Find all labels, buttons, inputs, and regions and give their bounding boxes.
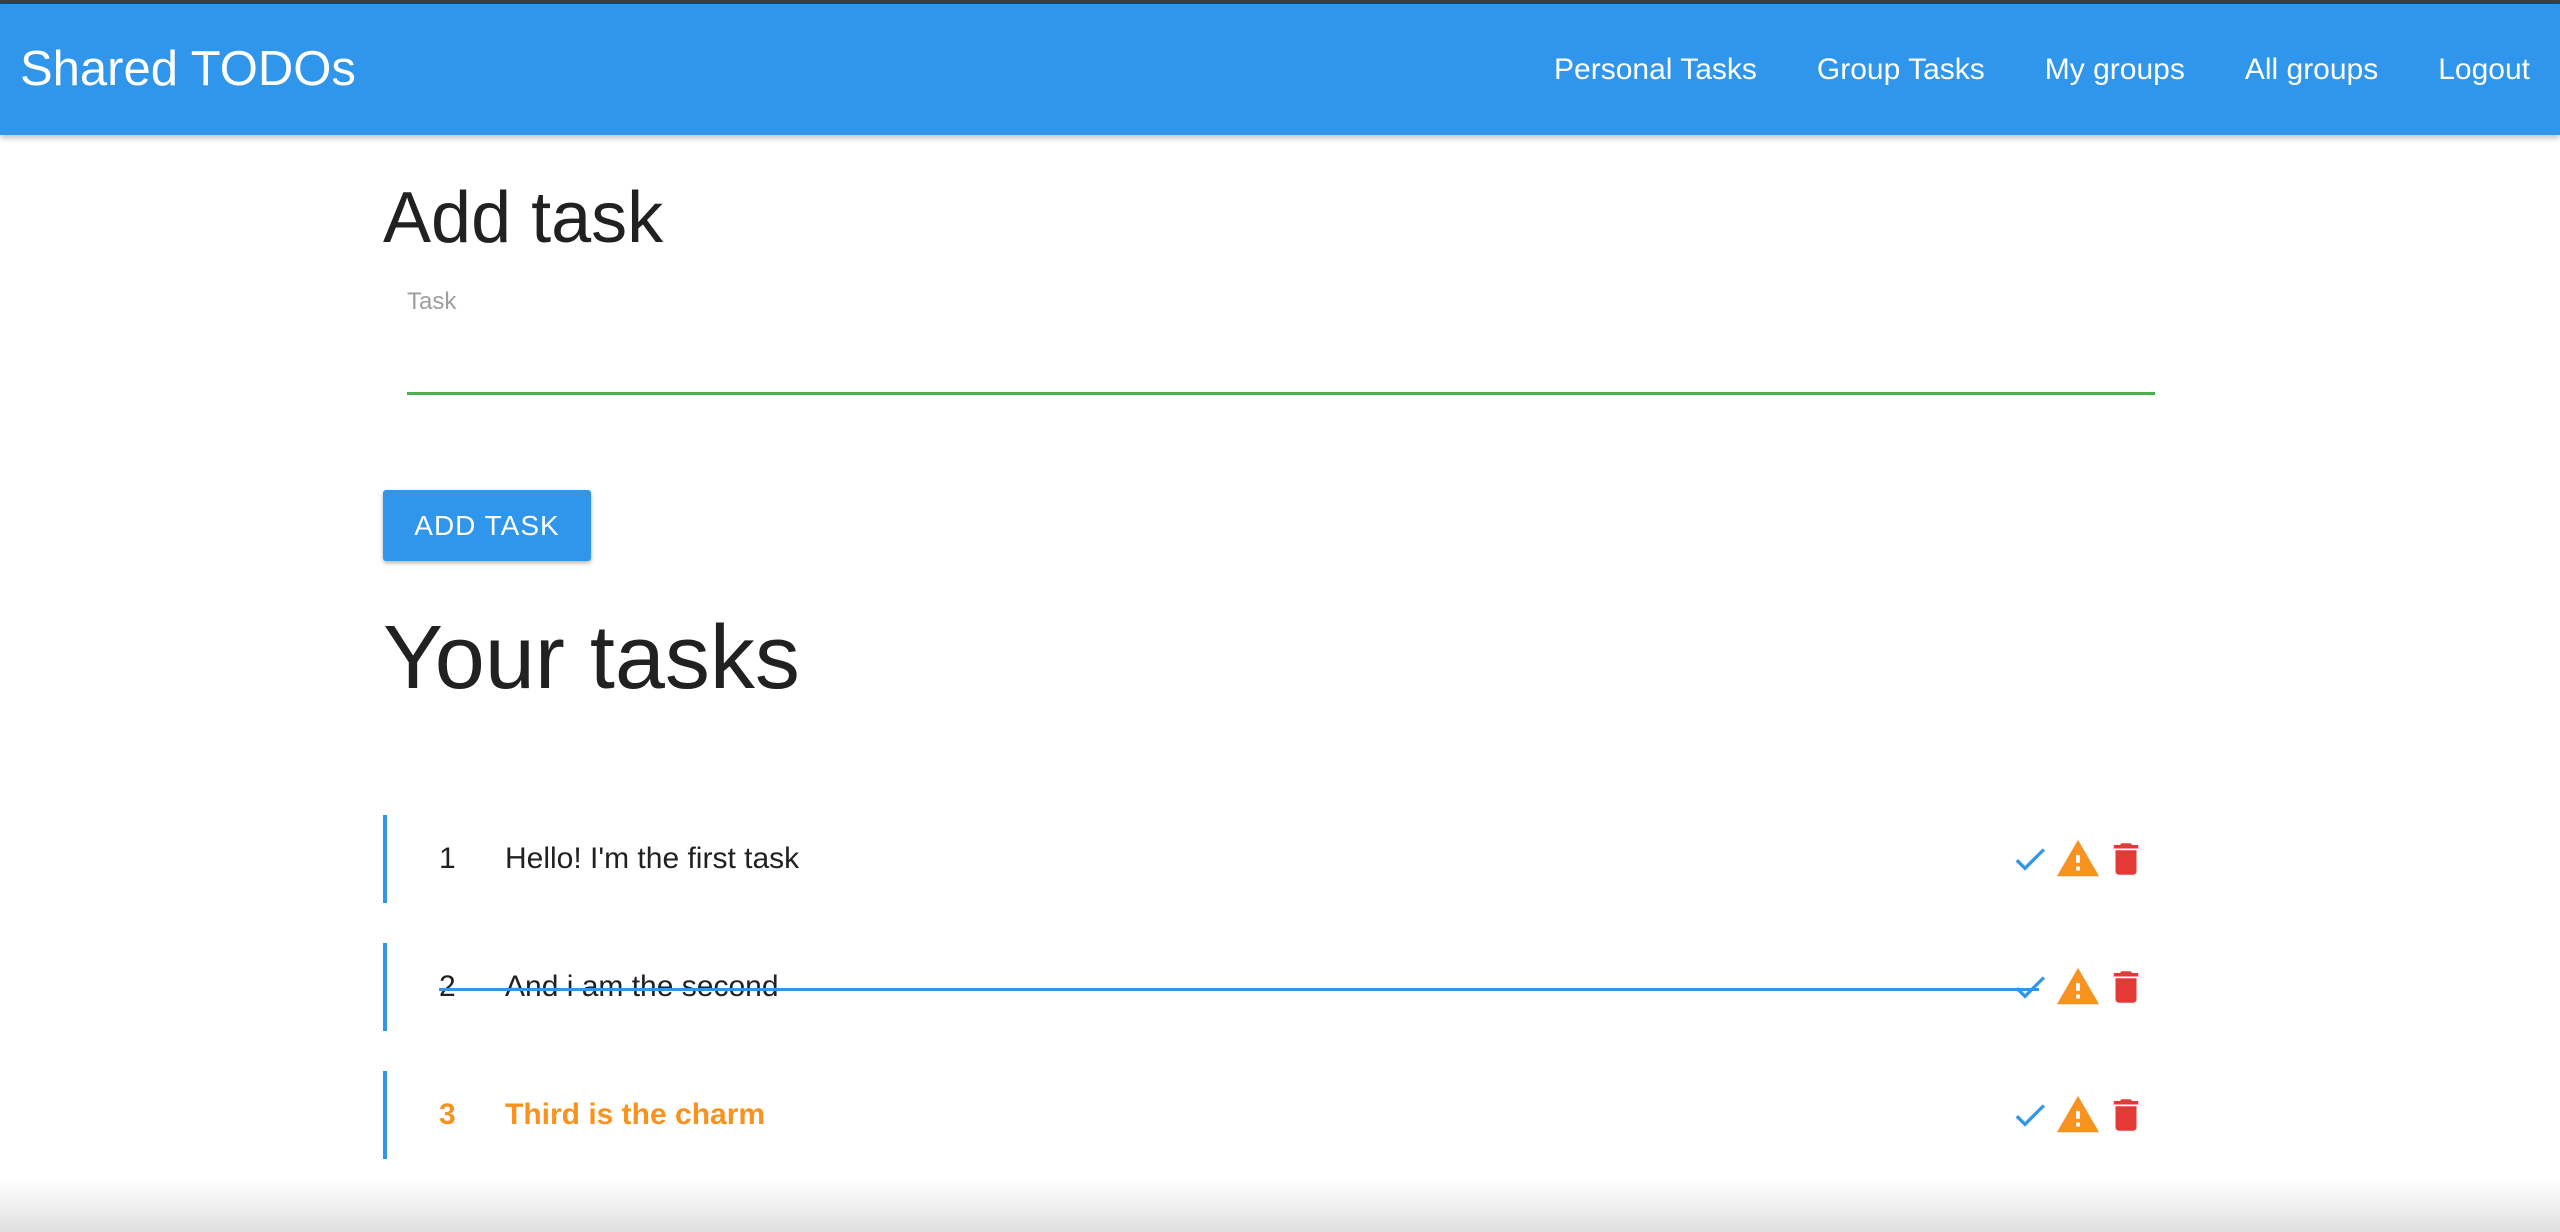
nav-personal-tasks[interactable]: Personal Tasks	[1524, 4, 1787, 135]
warning-icon[interactable]	[2055, 836, 2101, 882]
trash-icon[interactable]	[2103, 836, 2149, 882]
nav-all-groups[interactable]: All groups	[2215, 4, 2408, 135]
task-actions	[2007, 815, 2151, 903]
your-tasks-heading: Your tasks	[383, 608, 800, 708]
task-row: 3 Third is the charm	[383, 1071, 2156, 1159]
navbar: Shared TODOs Personal Tasks Group Tasks …	[0, 4, 2560, 135]
task-actions	[2007, 943, 2151, 1031]
task-number: 2	[439, 970, 456, 1003]
task-row: 1 Hello! I'm the first task	[383, 815, 2156, 903]
nav-my-groups[interactable]: My groups	[2015, 4, 2215, 135]
task-text: Third is the charm	[505, 1098, 766, 1131]
brand-title[interactable]: Shared TODOs	[20, 4, 356, 135]
nav-links: Personal Tasks Group Tasks My groups All…	[1524, 4, 2560, 135]
check-icon[interactable]	[2007, 1092, 2053, 1138]
warning-icon[interactable]	[2055, 1092, 2101, 1138]
nav-logout[interactable]: Logout	[2408, 4, 2560, 135]
task-text: And i am the second	[505, 970, 779, 1003]
check-icon[interactable]	[2007, 836, 2053, 882]
add-task-heading: Add task	[383, 178, 664, 258]
task-text: Hello! I'm the first task	[505, 842, 800, 875]
check-icon[interactable]	[2007, 964, 2053, 1010]
task-number: 3	[439, 1098, 456, 1131]
warning-icon[interactable]	[2055, 964, 2101, 1010]
task-field-label: Task	[407, 288, 457, 315]
bottom-shadow	[0, 1180, 2560, 1232]
task-row: 2 And i am the second	[383, 943, 2156, 1031]
add-task-button[interactable]: ADD TASK	[383, 490, 591, 561]
task-input[interactable]	[407, 315, 2155, 395]
task-list: 1 Hello! I'm the first task 2 And i am t…	[383, 815, 2156, 1199]
trash-icon[interactable]	[2103, 1092, 2149, 1138]
task-number: 1	[439, 842, 456, 875]
nav-group-tasks[interactable]: Group Tasks	[1787, 4, 2015, 135]
task-actions	[2007, 1071, 2151, 1159]
trash-icon[interactable]	[2103, 964, 2149, 1010]
